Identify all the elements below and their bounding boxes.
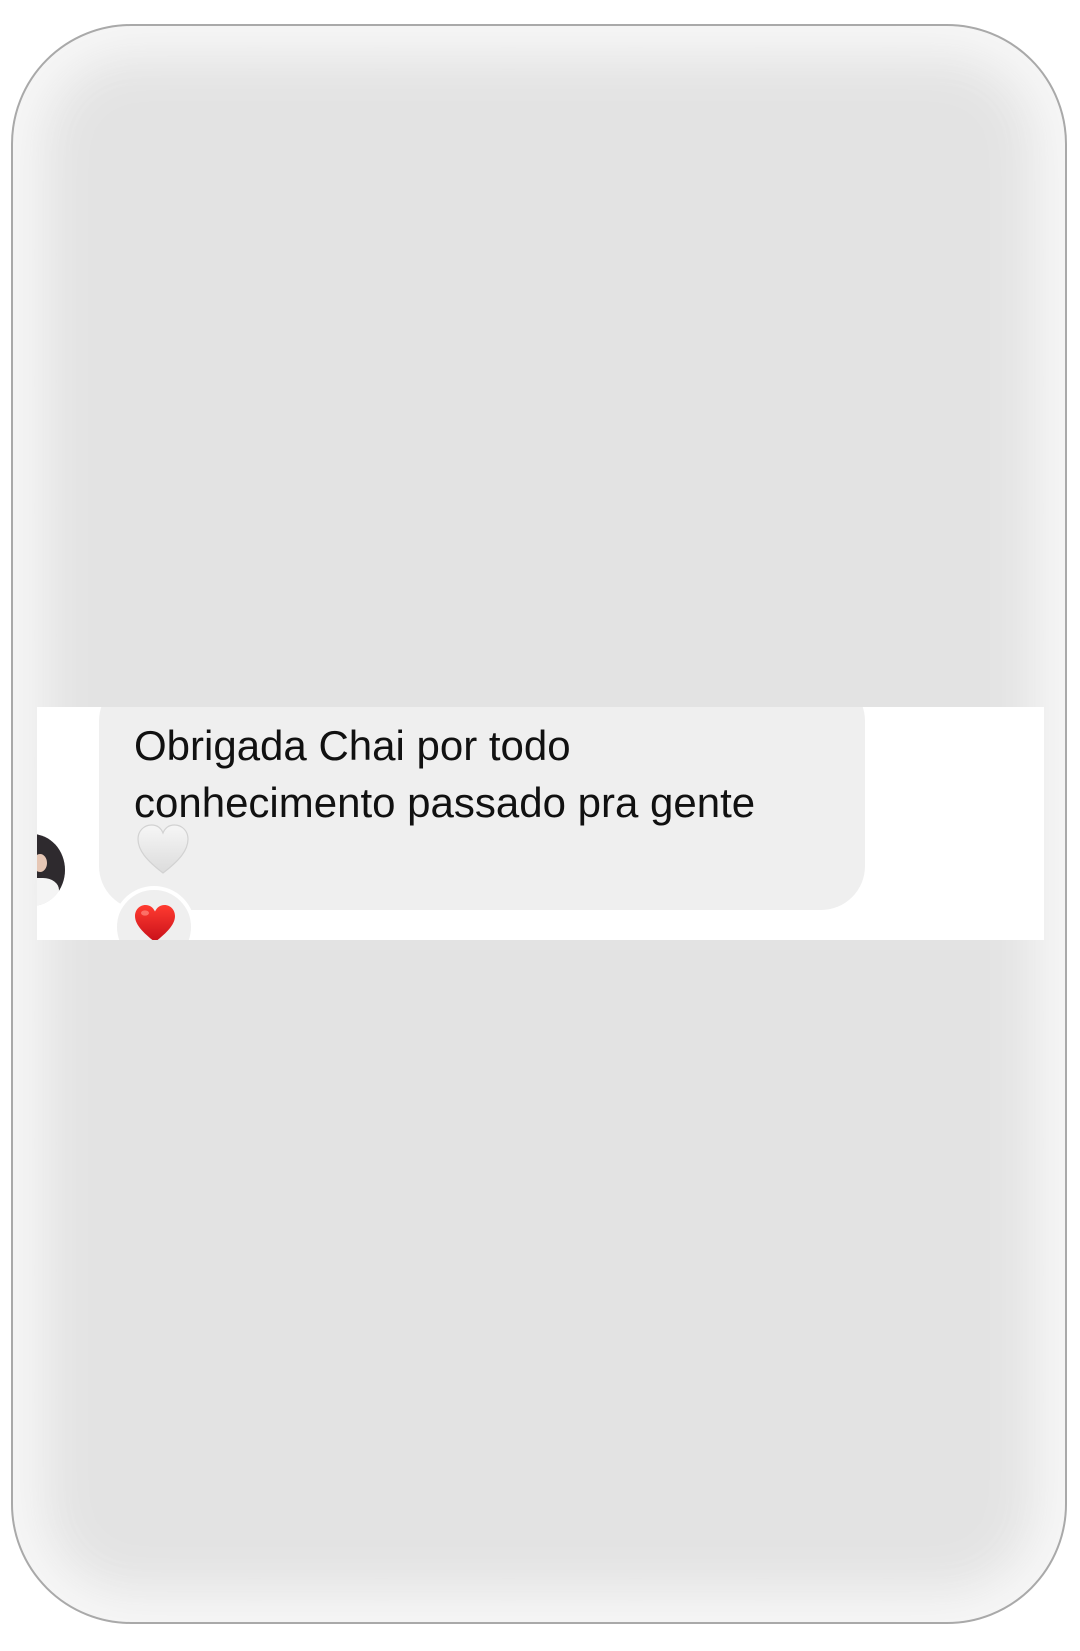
sender-avatar[interactable]	[37, 834, 65, 906]
avatar-body	[37, 878, 59, 906]
red-heart-icon	[135, 905, 175, 940]
message-line-1: Obrigada Chai por todo	[134, 722, 571, 769]
white-heart-icon	[137, 824, 189, 874]
message-line-2: conhecimento passado pra gente	[134, 779, 756, 826]
message-text: Obrigada Chai por todo conhecimento pass…	[134, 717, 854, 831]
message-row: Obrigada Chai por todo conhecimento pass…	[37, 707, 1044, 940]
